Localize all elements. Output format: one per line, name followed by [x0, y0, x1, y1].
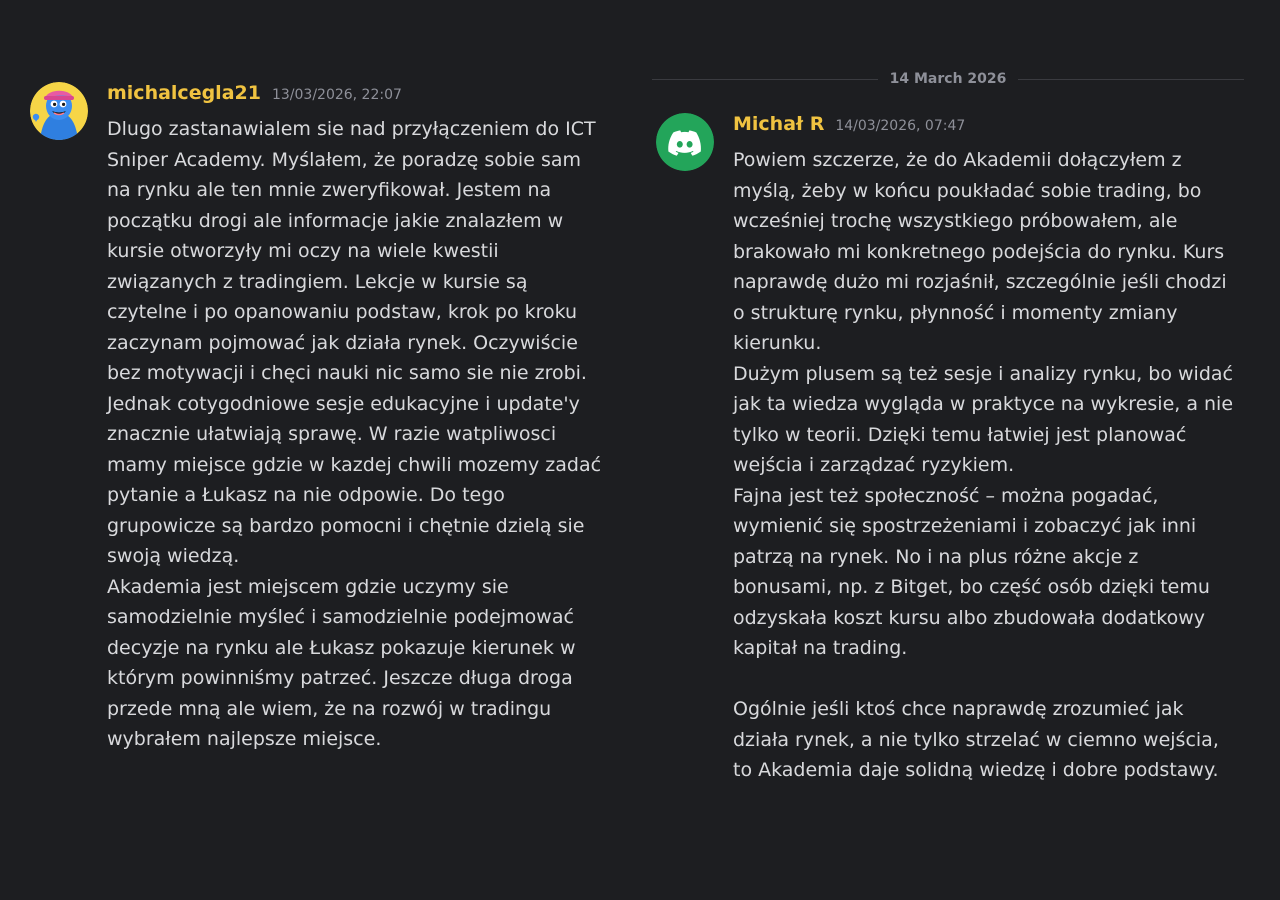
message-line: grupowicze są bardzo pomocni i chętnie d… [107, 514, 585, 537]
message-line: wybrałem najlepsze miejsce. [107, 728, 382, 750]
username[interactable]: michalcegla21 [107, 82, 261, 104]
message-line: kapitał na trading. [733, 637, 908, 659]
message-line: Dlugo zastanawialem sie nad przyłączenie… [107, 118, 596, 140]
message-line: odzyskała koszt kursu albo zbudowała dod… [733, 606, 1206, 629]
message-line: przede mną ale wiem, że na rozwój w trad… [107, 697, 552, 720]
message-line: zaczynam pojmować jak działa rynek. Oczy… [107, 331, 578, 354]
discord-logo-icon[interactable] [656, 113, 714, 171]
message-line: decyzje na rynku ale Łukasz pokazuje kie… [107, 636, 576, 659]
message-line: naprawdę dużo mi rozjaśnił, szczególnie … [733, 271, 1227, 293]
message-line: tylko w teorii. Dzięki temu łatwiej jest… [733, 423, 1187, 446]
message-line: mamy miejsce gdzie w kazdej chwili mozem… [107, 453, 602, 476]
message-line: związanych z tradingiem. Lekcje w kursie… [107, 270, 528, 293]
date-divider: 14 March 2026 [652, 68, 1244, 90]
message-line: Fajna jest też społeczność – można pogad… [733, 484, 1159, 507]
message-line: pytanie a Łukasz na nie odpowie. Do tego [107, 484, 505, 506]
message-line: Dużym plusem są też sesje i analizy rynk… [733, 362, 1233, 385]
message-line: to Akademia daje solidną wiedzę i dobre … [733, 759, 1219, 781]
message-timestamp: 14/03/2026, 07:47 [835, 118, 966, 134]
message-line: wejścia i zarządzać ryzykiem. [733, 454, 1015, 476]
message-header: Michał R 14/03/2026, 07:47 [733, 113, 1256, 145]
message-line: myślą, żeby w końcu poukładać sobie trad… [733, 179, 1202, 202]
message-body: Dlugo zastanawialem sie nad przyłączenie… [107, 114, 630, 755]
username[interactable]: Michał R [733, 113, 824, 135]
message-column-right: Michał R 14/03/2026, 07:47 Powiem szczer… [656, 113, 1256, 786]
message-column-left: michalcegla21 13/03/2026, 22:07 Dlugo za… [30, 82, 630, 755]
message-line: kierunku. [733, 332, 822, 354]
message-line: czytelne i po opanowaniu podstaw, krok p… [107, 301, 578, 323]
message-line: początku drogi ale informacje jakie znal… [107, 209, 564, 232]
chat-message: michalcegla21 13/03/2026, 22:07 Dlugo za… [30, 82, 630, 755]
message-body: Powiem szczerze, że do Akademii dołączył… [733, 145, 1256, 786]
message-line: swoją wiedzą. [107, 545, 240, 567]
message-header: michalcegla21 13/03/2026, 22:07 [107, 82, 630, 114]
message-line: brakowało mi konkretnego podejścia do ry… [733, 240, 1225, 263]
message-line: znacznie ułatwiają sprawę. W razie watpl… [107, 423, 557, 445]
message-timestamp: 13/03/2026, 22:07 [271, 87, 402, 103]
message-line: Ogólnie jeśli ktoś chce naprawdę zrozumi… [733, 698, 1184, 720]
message-line: jak ta wiedza wygląda w praktyce na wykr… [733, 393, 1234, 415]
message-line: o strukturę rynku, płynność i momenty zm… [733, 301, 1178, 324]
message-line: Powiem szczerze, że do Akademii dołączył… [733, 149, 1182, 171]
message-line: bez motywacji i chęci nauki nic samo sie… [107, 362, 587, 384]
message-line: Jednak cotygodniowe sesje edukacyjne i u… [107, 392, 580, 415]
message-line: bonusami, np. z Bitget, bo część osób dz… [733, 576, 1210, 598]
divider-line-right [1018, 78, 1244, 80]
cartoon-avatar-icon[interactable] [30, 82, 88, 140]
message-line: wcześniej trochę wszystkiego próbowałem,… [733, 210, 1178, 232]
message-line: na rynku ale ten mnie zweryfikował. Jest… [107, 179, 552, 201]
chat-page: 14 March 2026 michalcegla21 13/03/2026, … [0, 0, 1280, 900]
message-line: którym powinniśmy patrzeć. Jeszcze długa… [107, 667, 573, 689]
chat-message: Michał R 14/03/2026, 07:47 Powiem szczer… [656, 113, 1256, 786]
divider-line-left [652, 78, 878, 80]
message-line: działa rynek, a nie tylko strzelać w cie… [733, 728, 1219, 751]
message-line: patrzą na rynek. No i na plus różne akcj… [733, 545, 1139, 568]
message-blank-line [733, 664, 1256, 695]
message-line: kursie otworzyły mi oczy na wiele kwesti… [107, 240, 499, 262]
message-line: samodzielnie myśleć i samodzielnie podej… [107, 606, 574, 628]
message-line: Sniper Academy. Myślałem, że poradzę sob… [107, 148, 581, 171]
message-line: Akademia jest miejscem gdzie uczymy sie [107, 575, 509, 598]
message-line: wymienić się spostrzeżeniami i zobaczyć … [733, 515, 1197, 537]
divider-date-label: 14 March 2026 [889, 71, 1007, 87]
